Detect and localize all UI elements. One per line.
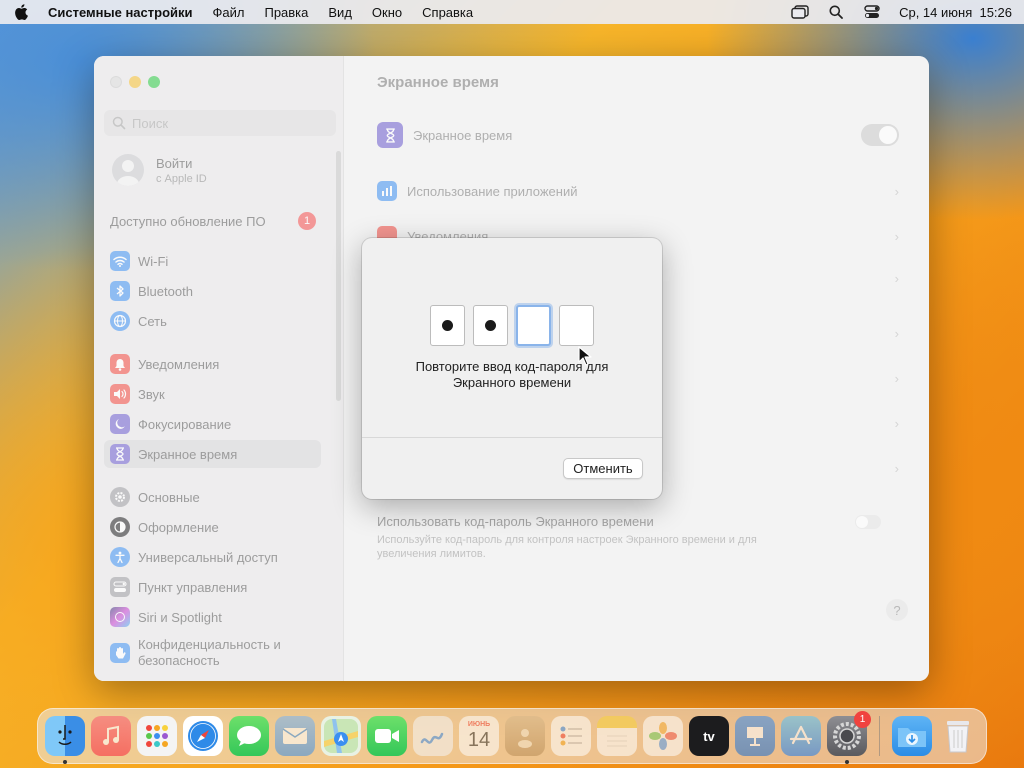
dock-separator: [879, 716, 880, 756]
safari-icon[interactable]: [183, 716, 223, 756]
calendar-icon[interactable]: ИЮНЬ 14: [459, 716, 499, 756]
tv-label: tv: [703, 728, 715, 744]
mouse-pointer-icon: [578, 346, 592, 366]
menu-bar: Системные настройки Файл Правка Вид Окно…: [0, 0, 1024, 24]
menu-window[interactable]: Окно: [372, 5, 402, 20]
photos-icon[interactable]: [643, 716, 683, 756]
finder-icon[interactable]: [45, 716, 85, 764]
reminders-icon[interactable]: [551, 716, 591, 756]
passcode-digit-3[interactable]: [516, 305, 551, 346]
music-icon[interactable]: [91, 716, 131, 756]
messages-icon[interactable]: [229, 716, 269, 756]
keynote-icon[interactable]: [735, 716, 775, 756]
facetime-icon[interactable]: [367, 716, 407, 756]
menu-datetime[interactable]: Ср, 14 июня 15:26: [899, 5, 1012, 20]
apple-icon[interactable]: [12, 3, 30, 21]
passcode-digits: [430, 305, 594, 346]
search-icon[interactable]: [827, 4, 845, 20]
dot-icon: [485, 320, 496, 331]
menu-help[interactable]: Справка: [422, 5, 473, 20]
control-center-icon[interactable]: [863, 4, 881, 20]
passcode-digit-2[interactable]: [473, 305, 508, 346]
dot-icon: [442, 320, 453, 331]
passcode-prompt: Повторите ввод код-пароля для Экранного …: [415, 359, 609, 390]
contacts-icon[interactable]: [505, 716, 545, 756]
passcode-dialog: Повторите ввод код-пароля для Экранного …: [362, 238, 662, 499]
launchpad-icon[interactable]: [137, 716, 177, 756]
running-indicator: [63, 760, 67, 764]
dialog-divider: [362, 437, 662, 438]
menu-file[interactable]: Файл: [213, 5, 245, 20]
downloads-folder-icon[interactable]: [892, 716, 932, 756]
maps-icon[interactable]: [321, 716, 361, 756]
menu-view[interactable]: Вид: [328, 5, 352, 20]
passcode-digit-1[interactable]: [430, 305, 465, 346]
menu-app-name[interactable]: Системные настройки: [48, 5, 193, 20]
calendar-day: 14: [467, 729, 491, 751]
mail-icon[interactable]: [275, 716, 315, 756]
stage-manager-icon[interactable]: [791, 4, 809, 20]
passcode-digit-4[interactable]: [559, 305, 594, 346]
calendar-month: ИЮНЬ: [467, 721, 491, 728]
notes-icon[interactable]: [597, 716, 637, 756]
system-settings-icon[interactable]: 1: [827, 711, 871, 764]
dock: ИЮНЬ 14 tv 1: [37, 708, 987, 764]
running-indicator: [845, 760, 849, 764]
settings-badge: 1: [854, 711, 871, 728]
menu-edit[interactable]: Правка: [264, 5, 308, 20]
cancel-button[interactable]: Отменить: [563, 458, 643, 479]
trash-icon[interactable]: [938, 716, 978, 756]
apple-tv-icon[interactable]: tv: [689, 716, 729, 756]
freeform-icon[interactable]: [413, 716, 453, 756]
app-store-icon[interactable]: [781, 716, 821, 756]
